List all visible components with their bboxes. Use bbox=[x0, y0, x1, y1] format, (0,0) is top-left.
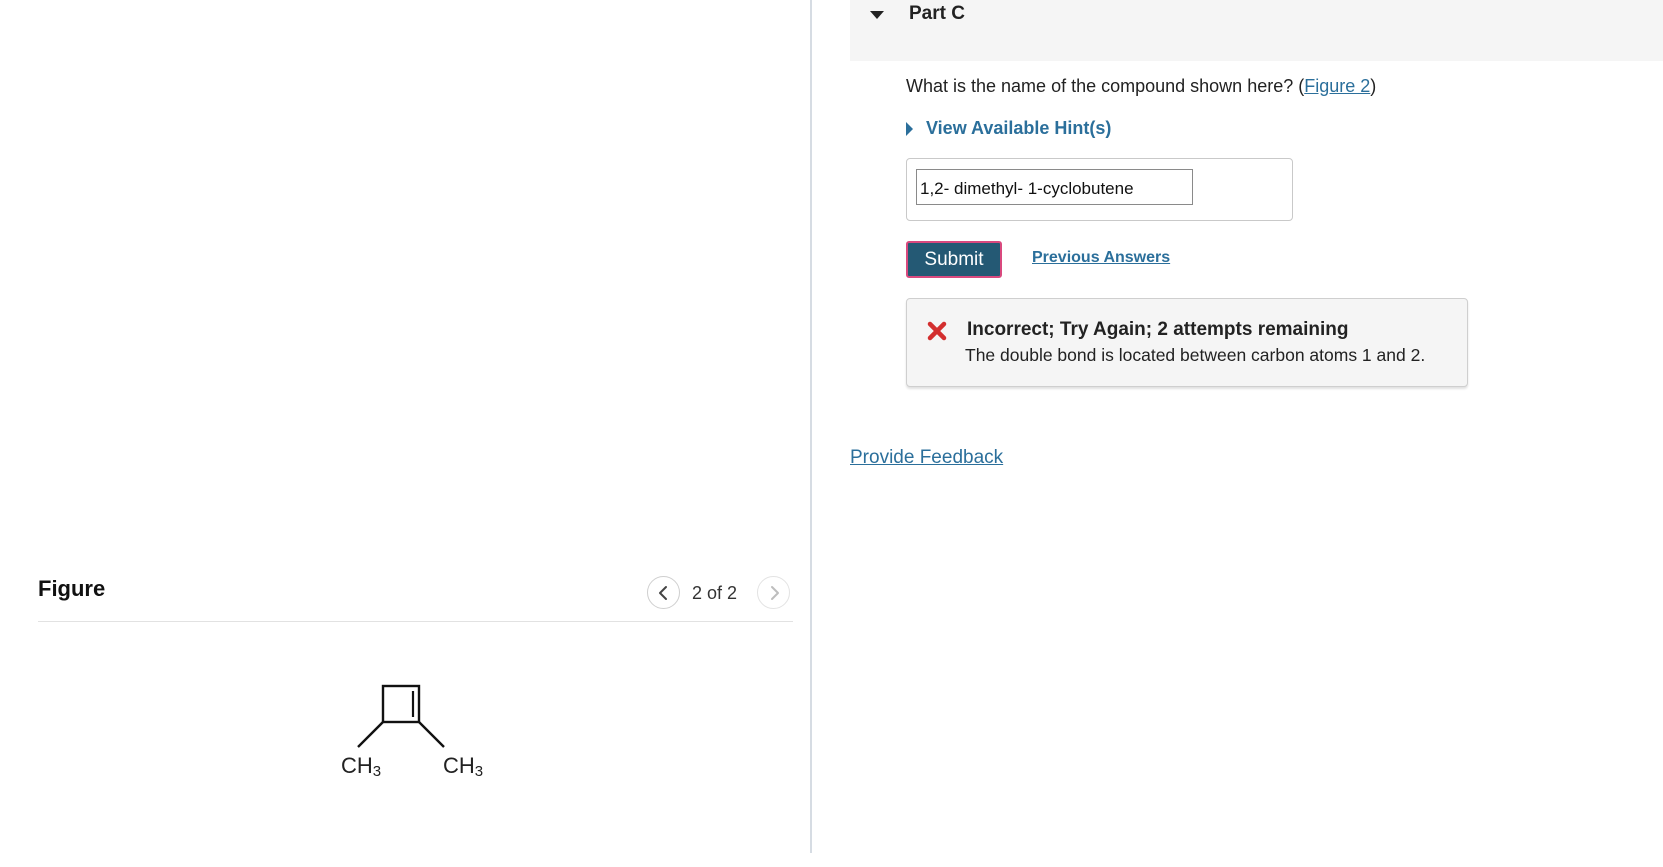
feedback-text: The double bond is located between carbo… bbox=[965, 345, 1426, 365]
submit-button[interactable]: Submit bbox=[906, 241, 1002, 278]
previous-answers-link[interactable]: Previous Answers bbox=[1032, 249, 1170, 267]
panel-divider bbox=[810, 0, 812, 853]
figure-title: Figure bbox=[38, 576, 106, 601]
part-header[interactable] bbox=[850, 0, 1663, 61]
figure-panel: Figure 2 of 2 CH3 CH3 bbox=[0, 0, 810, 867]
question-suffix: ) bbox=[1370, 76, 1377, 96]
feedback-title: Incorrect; Try Again; 2 attempts remaini… bbox=[967, 319, 1349, 340]
previous-figure-button[interactable] bbox=[647, 576, 680, 609]
answer-input[interactable] bbox=[916, 169, 1193, 205]
chevron-left-icon bbox=[658, 585, 667, 600]
caret-down-icon[interactable] bbox=[868, 8, 886, 22]
methyl-label-left: CH3 bbox=[341, 753, 381, 780]
error-x-icon bbox=[927, 321, 947, 341]
answer-container bbox=[906, 158, 1293, 221]
molecule-structure: CH3 CH3 bbox=[341, 684, 483, 780]
caret-right-icon bbox=[906, 121, 913, 136]
figure-2-link[interactable]: Figure 2 bbox=[1304, 76, 1370, 96]
chevron-right-icon bbox=[770, 585, 779, 600]
hint-label: View Available Hint(s) bbox=[926, 118, 1112, 138]
feedback-message: Incorrect; Try Again; 2 attempts remaini… bbox=[906, 298, 1468, 387]
question-prefix: What is the name of the compound shown h… bbox=[906, 76, 1305, 96]
provide-feedback-link[interactable]: Provide Feedback bbox=[850, 447, 1003, 469]
part-title: Part C bbox=[909, 3, 965, 24]
view-hints-toggle[interactable]: View Available Hint(s) bbox=[904, 118, 1111, 139]
next-figure-button[interactable] bbox=[757, 576, 790, 609]
question-text: What is the name of the compound shown h… bbox=[906, 76, 1376, 97]
figure-counter: 2 of 2 bbox=[692, 583, 738, 603]
figure-divider bbox=[38, 621, 793, 622]
methyl-label-right: CH3 bbox=[443, 753, 483, 780]
